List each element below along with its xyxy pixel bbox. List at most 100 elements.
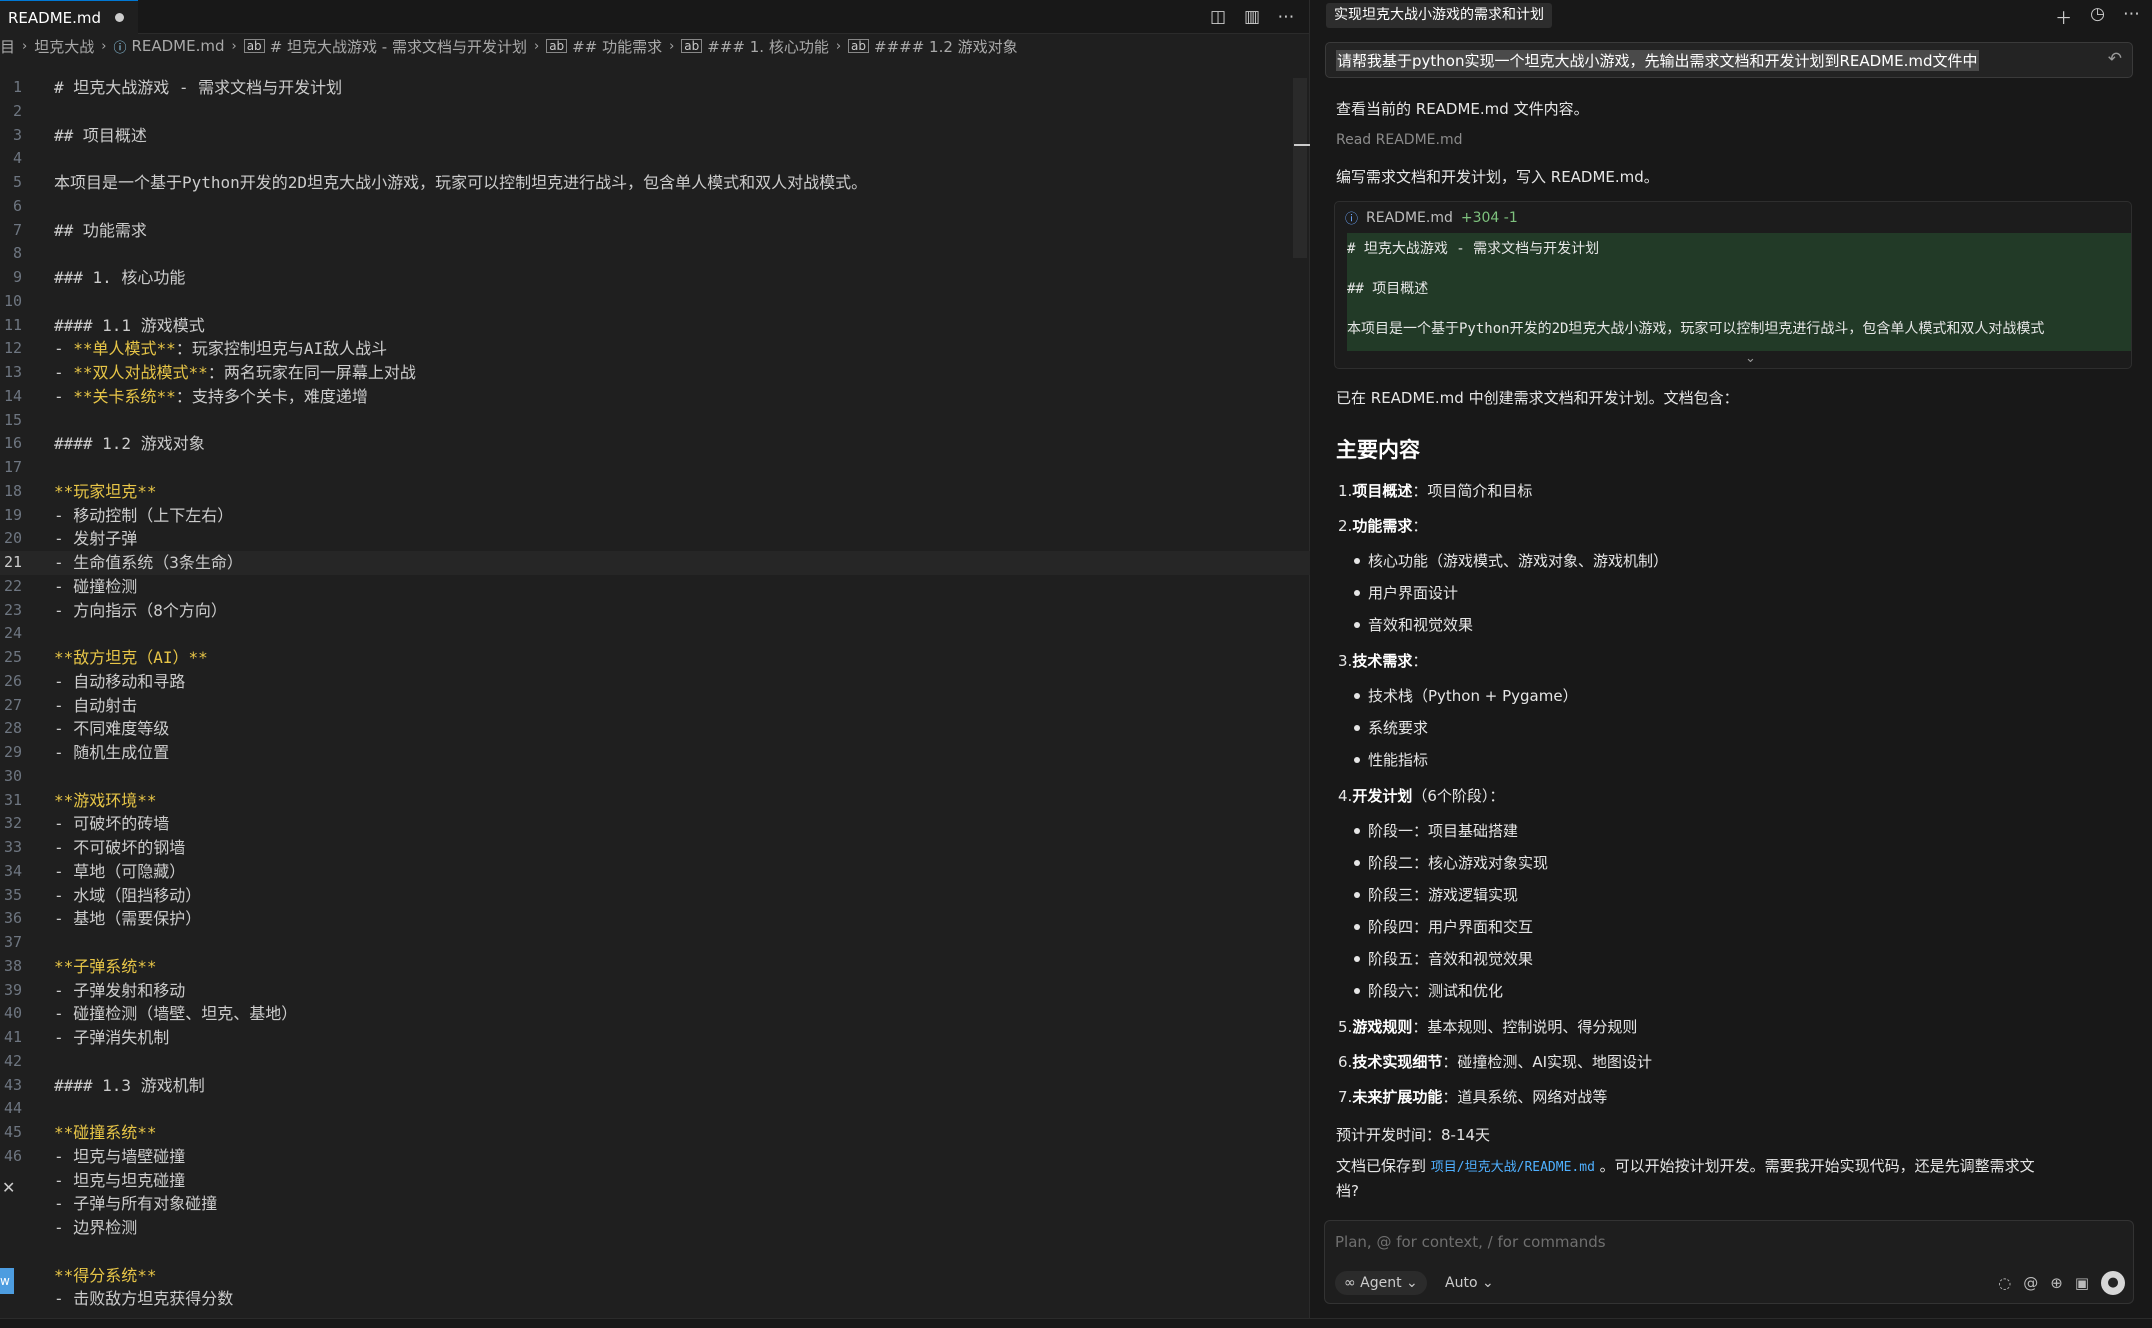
breadcrumb-item[interactable]: #### 1.2 游戏对象 bbox=[874, 36, 1018, 57]
diff-card[interactable]: ⓘ README.md +304 -1 # 坦克大战游戏 - 需求文档与开发计划… bbox=[1334, 201, 2132, 369]
more-actions-icon[interactable]: ⋯ bbox=[1277, 7, 1295, 27]
code-line[interactable]: 1 # 坦克大战游戏 - 需求文档与开发计划 bbox=[0, 76, 1310, 100]
code-line[interactable]: - 边界检测 bbox=[0, 1216, 1310, 1240]
line-text: #### 1.3 游戏机制 bbox=[54, 1074, 205, 1098]
chat-tab-title[interactable]: 实现坦克大战小游戏的需求和计划 bbox=[1326, 3, 1552, 28]
editor-scrollbar[interactable] bbox=[1293, 78, 1307, 258]
line-content: - 击败敌方坦克获得分数 bbox=[54, 1289, 234, 1309]
code-line[interactable]: 39 - 子弹发射和移动 bbox=[0, 979, 1310, 1003]
code-line[interactable]: 32 - 可破坏的砖墙 bbox=[0, 812, 1310, 836]
model-dropdown[interactable]: Auto ⌄ bbox=[1445, 1271, 1494, 1295]
mention-icon[interactable]: @ bbox=[2023, 1274, 2038, 1292]
code-line[interactable]: 21 - 生命值系统（3条生命） bbox=[0, 551, 1310, 575]
breadcrumb-item[interactable]: # 坦克大战游戏 - 需求文档与开发计划 bbox=[270, 36, 527, 57]
code-line[interactable]: 34 - 草地（可隐藏） bbox=[0, 860, 1310, 884]
code-line[interactable]: 2 bbox=[0, 100, 1310, 124]
code-line[interactable]: 45 **碰撞系统** bbox=[0, 1121, 1310, 1145]
code-line[interactable]: - 击败敌方坦克获得分数 bbox=[0, 1287, 1310, 1311]
code-line[interactable]: 14 - **关卡系统**：支持多个关卡，难度递增 bbox=[0, 385, 1310, 409]
code-line[interactable]: 5 本项目是一个基于Python开发的2D坦克大战小游戏，玩家可以控制坦克进行战斗… bbox=[0, 171, 1310, 195]
globe-icon[interactable]: ⊕ bbox=[2050, 1274, 2063, 1292]
code-line[interactable]: 10 bbox=[0, 290, 1310, 314]
code-line[interactable]: 6 bbox=[0, 195, 1310, 219]
item-num: 6. bbox=[1338, 1053, 1353, 1071]
user-prompt-bubble[interactable]: 请帮我基于python实现一个坦克大战小游戏，先输出需求文档和开发计划到READ… bbox=[1325, 42, 2133, 78]
code-line[interactable]: 33 - 不可破坏的钢墙 bbox=[0, 836, 1310, 860]
summary-subitem: 阶段三：游戏逻辑实现 bbox=[1353, 886, 1519, 904]
line-number: 16 bbox=[3, 434, 22, 453]
code-line[interactable]: 38 **子弹系统** bbox=[0, 955, 1310, 979]
code-line[interactable]: 3 ## 项目概述 bbox=[0, 124, 1310, 148]
code-line[interactable]: 19 - 移动控制（上下左右） bbox=[0, 504, 1310, 528]
code-line[interactable]: 36 - 基地（需要保护） bbox=[0, 907, 1310, 931]
code-line[interactable]: 18 **玩家坦克** bbox=[0, 480, 1310, 504]
line-number: 34 bbox=[3, 861, 22, 880]
code-line[interactable]: - 坦克与坦克碰撞 bbox=[0, 1169, 1310, 1193]
breadcrumb-item[interactable]: 坦克大战 bbox=[34, 36, 94, 57]
undo-icon[interactable]: ↶ bbox=[2108, 49, 2122, 69]
agent-mode-dropdown[interactable]: ∞ Agent ⌄ bbox=[1335, 1271, 1427, 1295]
code-line[interactable]: 40 - 碰撞检测（墙壁、坦克、基地） bbox=[0, 1002, 1310, 1026]
code-line[interactable]: 27 - 自动射击 bbox=[0, 694, 1310, 718]
code-line[interactable]: 41 - 子弹消失机制 bbox=[0, 1026, 1310, 1050]
code-line[interactable]: - 子弹与所有对象碰撞 bbox=[0, 1192, 1310, 1216]
summary-subitem: 阶段四：用户界面和交互 bbox=[1353, 918, 1534, 936]
code-line[interactable]: 13 - **双人对战模式**：两名玩家在同一屏幕上对战 bbox=[0, 361, 1310, 385]
breadcrumb-item[interactable]: ## 功能需求 bbox=[572, 36, 662, 57]
code-line[interactable]: 7 ## 功能需求 bbox=[0, 219, 1310, 243]
diff-line: ## 项目概述 bbox=[1347, 281, 1429, 297]
breadcrumb-item[interactable]: README.md bbox=[131, 37, 224, 55]
code-line[interactable]: 15 bbox=[0, 409, 1310, 433]
code-line[interactable]: 20 - 发射子弹 bbox=[0, 527, 1310, 551]
code-area[interactable]: 1 # 坦克大战游戏 - 需求文档与开发计划 2 3 ## 项目概述 4 5 本项目是一个基于… bbox=[0, 76, 1310, 1328]
code-line[interactable]: 17 bbox=[0, 456, 1310, 480]
code-line[interactable]: 22 - 碰撞检测 bbox=[0, 575, 1310, 599]
code-line[interactable]: 11 #### 1.1 游戏模式 bbox=[0, 314, 1310, 338]
status-bar bbox=[0, 1318, 2152, 1328]
chat-input-box[interactable]: Plan, @ for context, / for commands ∞ Ag… bbox=[1324, 1220, 2134, 1304]
open-preview-icon[interactable]: ◫ bbox=[1209, 7, 1227, 27]
expand-chevron-icon[interactable]: ⌄ bbox=[1745, 351, 1756, 366]
code-line[interactable]: 28 - 不同难度等级 bbox=[0, 717, 1310, 741]
code-line[interactable]: 31 **游戏环境** bbox=[0, 789, 1310, 813]
read-file[interactable]: README.md bbox=[1376, 132, 1463, 148]
tab-readme[interactable]: README.md bbox=[0, 0, 138, 34]
summary-subitem: 阶段一：项目基础搭建 bbox=[1353, 822, 1519, 840]
line-content: - 不可破坏的钢墙 bbox=[54, 838, 186, 857]
more-icon[interactable]: ⋯ bbox=[2123, 4, 2140, 29]
history-icon[interactable]: ◷ bbox=[2090, 4, 2105, 29]
new-chat-icon[interactable]: ＋ bbox=[2055, 4, 2072, 29]
saved-path-link[interactable]: 项目/坦克大战/README.md bbox=[1431, 1160, 1595, 1175]
code-line[interactable]: 29 - 随机生成位置 bbox=[0, 741, 1310, 765]
code-line[interactable]: 42 bbox=[0, 1050, 1310, 1074]
code-line[interactable]: 35 - 水域（阻挡移动） bbox=[0, 884, 1310, 908]
item-rest: ：项目简介和目标 bbox=[1412, 482, 1533, 500]
breadcrumb-item[interactable]: ### 1. 核心功能 bbox=[707, 36, 829, 57]
line-number: 30 bbox=[3, 766, 22, 785]
code-line[interactable]: 4 bbox=[0, 147, 1310, 171]
code-line[interactable]: **得分系统** bbox=[0, 1264, 1310, 1288]
code-line[interactable]: 25 **敌方坦克（AI）** bbox=[0, 646, 1310, 670]
code-line[interactable]: 9 ### 1. 核心功能 bbox=[0, 266, 1310, 290]
split-editor-icon[interactable]: ▥ bbox=[1243, 7, 1261, 27]
code-line[interactable]: 26 - 自动移动和寻路 bbox=[0, 670, 1310, 694]
code-line[interactable]: 44 bbox=[0, 1097, 1310, 1121]
code-line[interactable]: 43 #### 1.3 游戏机制 bbox=[0, 1074, 1310, 1098]
diff-file[interactable]: README.md bbox=[1366, 210, 1453, 226]
image-icon[interactable]: ▣ bbox=[2075, 1274, 2089, 1292]
microphone-icon[interactable]: ● bbox=[2101, 1271, 2125, 1295]
code-line[interactable]: 12 - **单人模式**：玩家控制坦克与AI敌人战斗 bbox=[0, 337, 1310, 361]
chat-input[interactable]: Plan, @ for context, / for commands bbox=[1335, 1233, 1606, 1251]
breadcrumb-item[interactable]: 目 bbox=[0, 36, 15, 57]
code-line[interactable]: 24 bbox=[0, 622, 1310, 646]
unsaved-dot-icon[interactable] bbox=[115, 13, 125, 22]
code-line[interactable]: 30 bbox=[0, 765, 1310, 789]
close-icon[interactable]: ✕ bbox=[2, 1178, 15, 1197]
side-badge-icon[interactable]: w bbox=[0, 1268, 14, 1294]
code-line[interactable]: 16 #### 1.2 游戏对象 bbox=[0, 432, 1310, 456]
code-line[interactable] bbox=[0, 1240, 1310, 1264]
code-line[interactable]: 23 - 方向指示（8个方向） bbox=[0, 599, 1310, 623]
code-line[interactable]: 46 - 坦克与墙壁碰撞 bbox=[0, 1145, 1310, 1169]
code-line[interactable]: 37 bbox=[0, 931, 1310, 955]
code-line[interactable]: 8 bbox=[0, 242, 1310, 266]
